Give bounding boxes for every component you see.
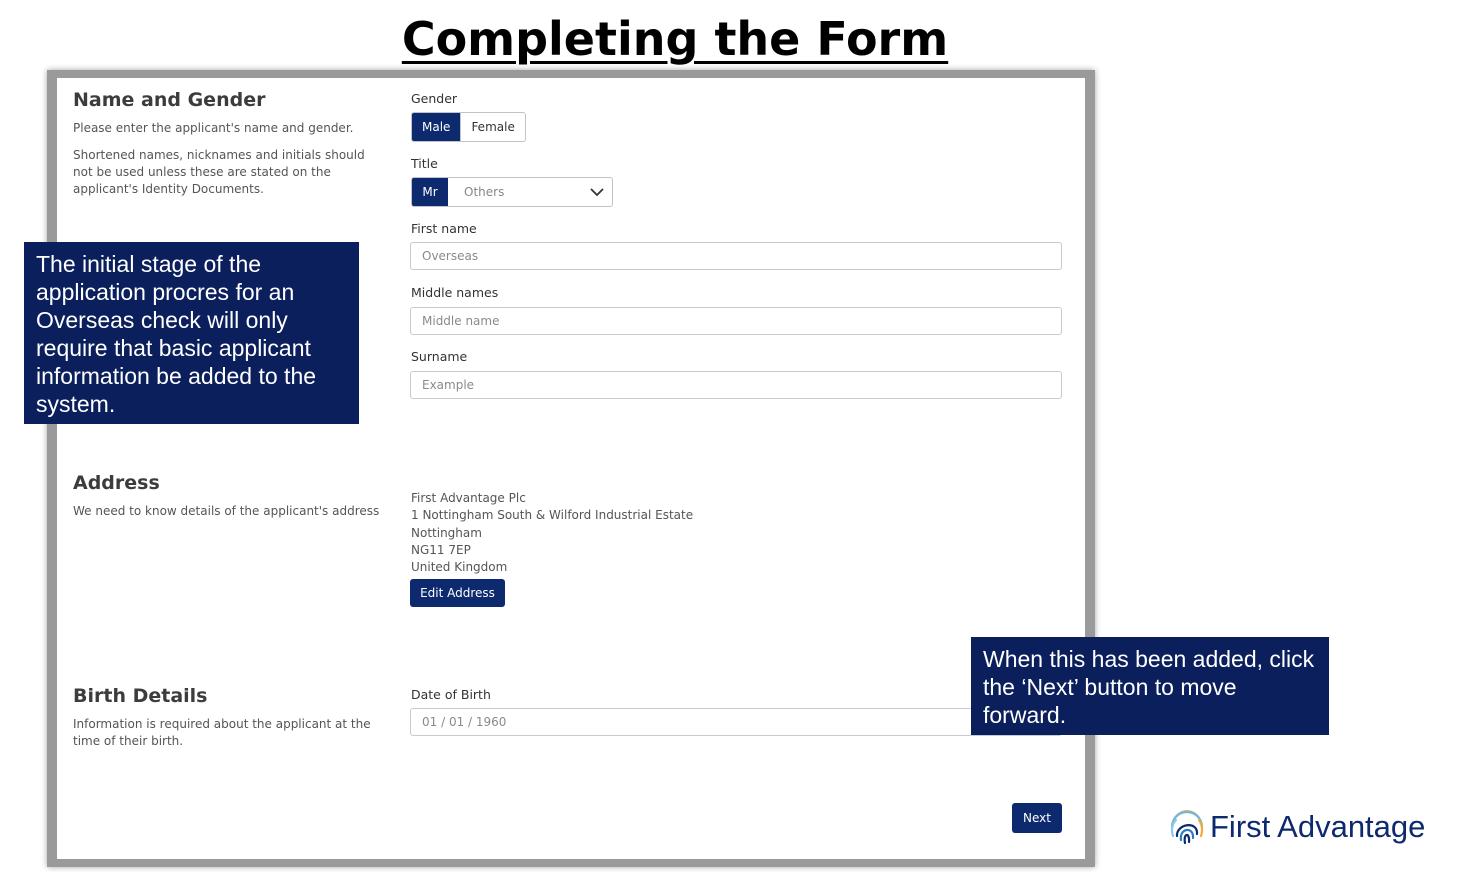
address-desc: We need to know details of the applicant… [73,504,380,518]
address-line: NG11 7EP [411,542,471,557]
surname-input[interactable]: Example [410,371,1062,399]
title-select[interactable]: Mr Others [411,177,613,207]
fingerprint-icon [1170,810,1204,845]
address-block: First Advantage Plc 1 Nottingham South &… [411,490,693,576]
address-title: Address [73,472,160,494]
callout-right: When this has been added, click the ‘Nex… [971,637,1329,735]
slide-title: Completing the Form [401,12,949,66]
address-line: Nottingham [411,525,482,540]
callout-left: The initial stage of the application pro… [24,242,359,424]
chevron-down-icon[interactable] [582,178,612,206]
surname-label: Surname [411,349,468,364]
name-gender-desc: Please enter the applicant's name and ge… [73,121,354,135]
name-gender-note: Shortened names, nicknames and initials … [73,148,365,196]
middle-names-input[interactable]: Middle name [410,307,1062,335]
edit-address-button[interactable]: Edit Address [410,579,505,607]
birth-details-title: Birth Details [73,685,208,707]
gender-male-option[interactable]: Male [412,113,461,141]
name-gender-title: Name and Gender [73,89,266,111]
title-mr-option[interactable]: Mr [412,178,448,206]
title-dropdown-value[interactable]: Others [448,178,582,206]
first-name-input[interactable]: Overseas [410,242,1062,270]
title-label: Title [411,156,438,171]
address-line: First Advantage Plc [411,491,526,505]
address-line: United Kingdom [411,560,508,575]
middle-names-label: Middle names [411,285,499,300]
gender-label: Gender [411,91,458,106]
birth-details-desc: Information is required about the applic… [73,717,371,748]
logo-text: First Advantage [1210,809,1426,844]
dob-input[interactable]: 01 / 01 / 1960 [410,708,1062,736]
applicant-form: Name and Gender Please enter the applica… [57,78,1085,859]
first-name-label: First name [411,221,477,236]
address-line: 1 Nottingham South & Wilford Industrial … [411,508,694,523]
dob-label: Date of Birth [411,687,491,702]
gender-toggle: Male Female [411,112,526,142]
first-advantage-logo: First Advantage [1168,806,1425,848]
next-button[interactable]: Next [1012,803,1062,833]
gender-female-option[interactable]: Female [460,113,524,141]
